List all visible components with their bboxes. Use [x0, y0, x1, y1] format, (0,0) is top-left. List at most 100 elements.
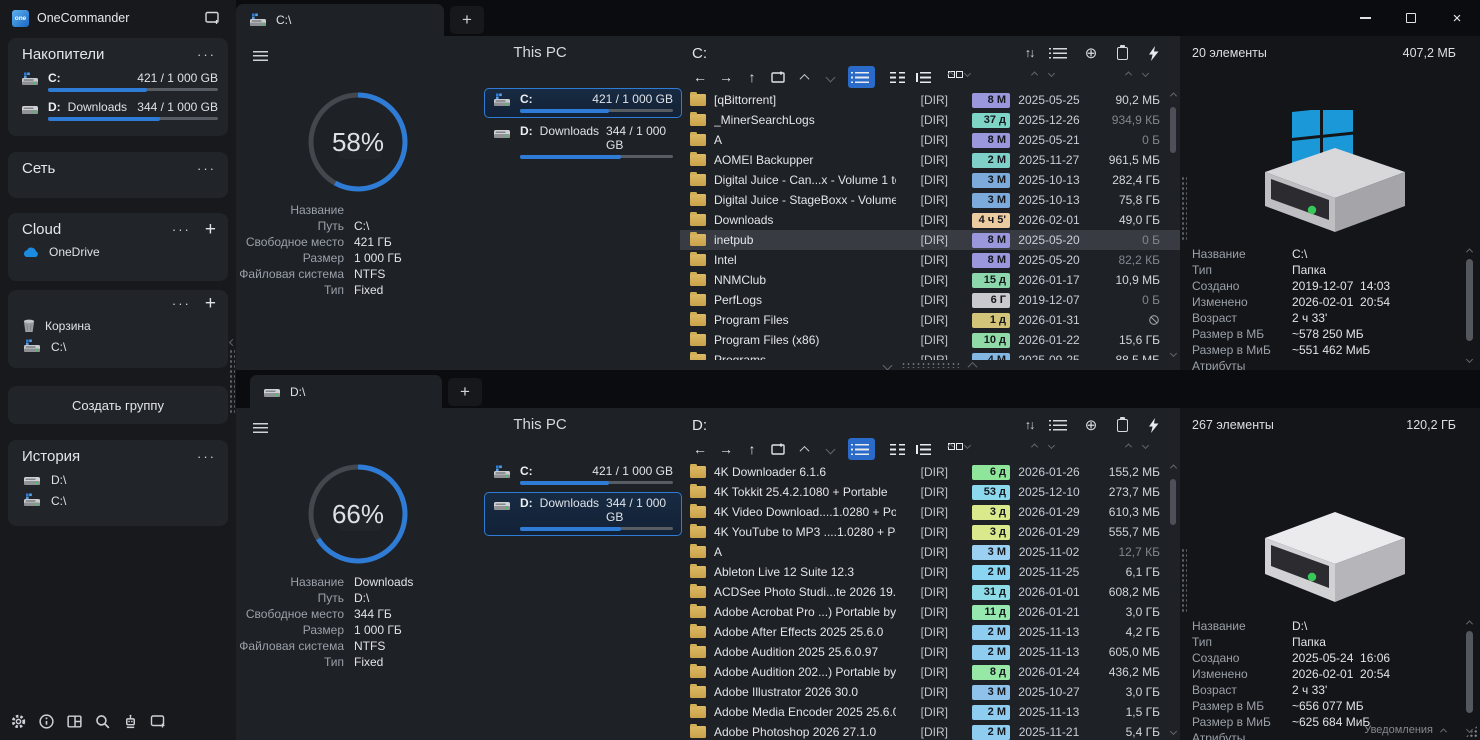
search-button[interactable]	[88, 707, 116, 735]
sort-column-type[interactable]	[948, 71, 970, 76]
drives-menu-button[interactable]: ···	[197, 47, 216, 62]
group-by-button[interactable]	[1049, 415, 1071, 435]
details-scrollbar[interactable]	[1465, 248, 1474, 362]
file-row[interactable]: 4K YouTube to MP3 ....1.0280 + Portable[…	[680, 522, 1180, 542]
file-row[interactable]: A[DIR]3 М2025-11-0212,7 КБ	[680, 542, 1180, 562]
network-menu-button[interactable]: ···	[197, 161, 216, 176]
current-path[interactable]: C:	[692, 45, 1018, 62]
file-row[interactable]: Intel[DIR]8 М2025-05-2082,2 КБ	[680, 250, 1180, 270]
sidebar-item-c[interactable]: C:\	[8, 490, 228, 511]
back-button[interactable]: ←	[688, 438, 712, 460]
file-row[interactable]: Programs[DIR]4 М2025-09-2588,5 МБ	[680, 350, 1180, 360]
clipboard-button[interactable]	[1111, 43, 1133, 63]
view-grid-button[interactable]	[941, 66, 968, 88]
panel-divider-grip[interactable]	[1181, 548, 1187, 612]
file-row[interactable]: 4K Tokkit 25.4.2.1080 + Portable[DIR]53 …	[680, 482, 1180, 502]
open-folder-up-button[interactable]	[766, 438, 790, 460]
sort-column-size[interactable]	[1126, 71, 1148, 76]
drive-item-d[interactable]: D:Downloads344 / 1 000 GB	[484, 492, 682, 536]
view-tree-button[interactable]	[910, 66, 937, 88]
new-tab-button[interactable]: +	[450, 6, 484, 34]
file-row[interactable]: Adobe Audition 202...) Portable by 7997[…	[680, 662, 1180, 682]
tab-c-drive[interactable]: C:\	[236, 4, 444, 36]
actions-button[interactable]	[1142, 43, 1164, 63]
scroll-to-bottom-button[interactable]	[818, 66, 842, 88]
view-tree-button[interactable]	[910, 438, 937, 460]
sort-column-size[interactable]	[1126, 443, 1148, 448]
up-button[interactable]: ↑	[740, 66, 764, 88]
drive-item-d[interactable]: D:Downloads344 / 1 000 GB	[8, 96, 228, 125]
file-list-scrollbar[interactable]	[1168, 92, 1178, 356]
sort-button[interactable]: ↑↓	[1018, 43, 1040, 63]
view-columns-button[interactable]	[879, 438, 906, 460]
sidebar-item-onedrive[interactable]: OneDrive	[8, 242, 228, 262]
open-folder-up-button[interactable]	[766, 66, 790, 88]
file-row[interactable]: AOMEI Backupper[DIR]2 М2025-11-27961,5 М…	[680, 150, 1180, 170]
sort-column-date[interactable]	[1032, 443, 1054, 448]
settings-button[interactable]	[4, 707, 32, 735]
file-row[interactable]: Digital Juice - StageBoxx - Volume 1 to …	[680, 190, 1180, 210]
forward-button[interactable]: →	[714, 438, 738, 460]
file-row[interactable]: 4K Video Download....1.0280 + Portable[D…	[680, 502, 1180, 522]
forward-button[interactable]: →	[714, 66, 738, 88]
file-row[interactable]: 4K Downloader 6.1.6[DIR]6 д2026-01-26155…	[680, 462, 1180, 482]
view-grid-button[interactable]	[941, 438, 968, 460]
file-row[interactable]: _MinerSearchLogs[DIR]37 д2025-12-26934,9…	[680, 110, 1180, 130]
new-item-button[interactable]: ⊕	[1080, 415, 1102, 435]
drive-item-d[interactable]: D:Downloads344 / 1 000 GB	[484, 120, 682, 164]
sidebar-item-корзина[interactable]: Корзина	[8, 315, 228, 336]
file-row[interactable]: [qBittorrent][DIR]8 М2025-05-2590,2 МБ	[680, 90, 1180, 110]
location-title[interactable]: This PC	[450, 44, 630, 61]
maximize-button[interactable]	[1388, 0, 1434, 36]
new-window-footer-button[interactable]	[144, 707, 172, 735]
pane-menu-button[interactable]	[246, 44, 274, 68]
up-button[interactable]: ↑	[740, 438, 764, 460]
file-row[interactable]: Ableton Live 12 Suite 12.3[DIR]2 М2025-1…	[680, 562, 1180, 582]
file-row[interactable]: Digital Juice - Can...x - Volume 1 to 26…	[680, 170, 1180, 190]
sidebar-item-c[interactable]: C:\	[8, 336, 228, 357]
back-button[interactable]: ←	[688, 66, 712, 88]
drive-item-c[interactable]: C:421 / 1 000 GB	[484, 460, 682, 490]
layout-button[interactable]	[60, 707, 88, 735]
view-columns-button[interactable]	[879, 66, 906, 88]
sort-column-type[interactable]	[948, 443, 970, 448]
pane-splitter[interactable]	[680, 360, 1180, 370]
cloud-menu-button[interactable]: ···	[172, 222, 191, 237]
file-row[interactable]: Downloads[DIR]4 ч 5'2026-02-0149,0 ГБ	[680, 210, 1180, 230]
file-row[interactable]: Adobe Media Encoder 2025 25.6.0[DIR]2 М2…	[680, 702, 1180, 722]
tab-d-drive[interactable]: D:\	[250, 375, 442, 408]
view-details-button[interactable]	[848, 438, 875, 460]
scroll-to-top-button[interactable]	[792, 66, 816, 88]
file-row[interactable]: Adobe Acrobat Pro ...) Portable by 7997[…	[680, 602, 1180, 622]
scroll-to-top-button[interactable]	[792, 438, 816, 460]
file-row[interactable]: NNMClub[DIR]15 д2026-01-1710,9 МБ	[680, 270, 1180, 290]
group-by-button[interactable]	[1049, 43, 1071, 63]
info-button[interactable]	[32, 707, 60, 735]
add-to-group-button[interactable]: +	[205, 297, 216, 311]
location-title[interactable]: This PC	[450, 416, 630, 433]
panel-divider-grip[interactable]	[1181, 176, 1187, 240]
file-row[interactable]: A[DIR]8 М2025-05-210 Б	[680, 130, 1180, 150]
group-menu-button[interactable]: ···	[172, 296, 191, 311]
actions-button[interactable]	[1142, 415, 1164, 435]
create-group-button[interactable]: Создать группу	[8, 386, 228, 424]
file-row[interactable]: Adobe Audition 2025 25.6.0.97[DIR]2 М202…	[680, 642, 1180, 662]
drive-item-c[interactable]: C:421 / 1 000 GB	[484, 88, 682, 118]
file-row[interactable]: ACDSee Photo Studi...te 2026 19.0.1.4391…	[680, 582, 1180, 602]
new-window-button[interactable]	[202, 8, 224, 28]
new-item-button[interactable]: ⊕	[1080, 43, 1102, 63]
file-row[interactable]: Adobe Illustrator 2026 30.0[DIR]3 М2025-…	[680, 682, 1180, 702]
file-row[interactable]: Program Files (x86)[DIR]10 д2026-01-2215…	[680, 330, 1180, 350]
history-menu-button[interactable]: ···	[197, 449, 216, 464]
file-row[interactable]: Adobe After Effects 2025 25.6.0[DIR]2 М2…	[680, 622, 1180, 642]
file-row[interactable]: Adobe Photoshop 2026 27.1.0[DIR]2 М2025-…	[680, 722, 1180, 740]
pane-menu-button[interactable]	[246, 416, 274, 440]
details-scrollbar[interactable]	[1465, 620, 1474, 732]
new-tab-button[interactable]: +	[448, 378, 482, 406]
drive-item-c[interactable]: C:421 / 1 000 GB	[8, 67, 228, 96]
notifications-toggle[interactable]: Уведомления	[1364, 724, 1446, 736]
file-list-scrollbar[interactable]	[1168, 464, 1178, 734]
add-cloud-button[interactable]: +	[205, 223, 216, 237]
current-path[interactable]: D:	[692, 417, 1018, 434]
file-row[interactable]: Program Files[DIR]1 д2026-01-31	[680, 310, 1180, 330]
